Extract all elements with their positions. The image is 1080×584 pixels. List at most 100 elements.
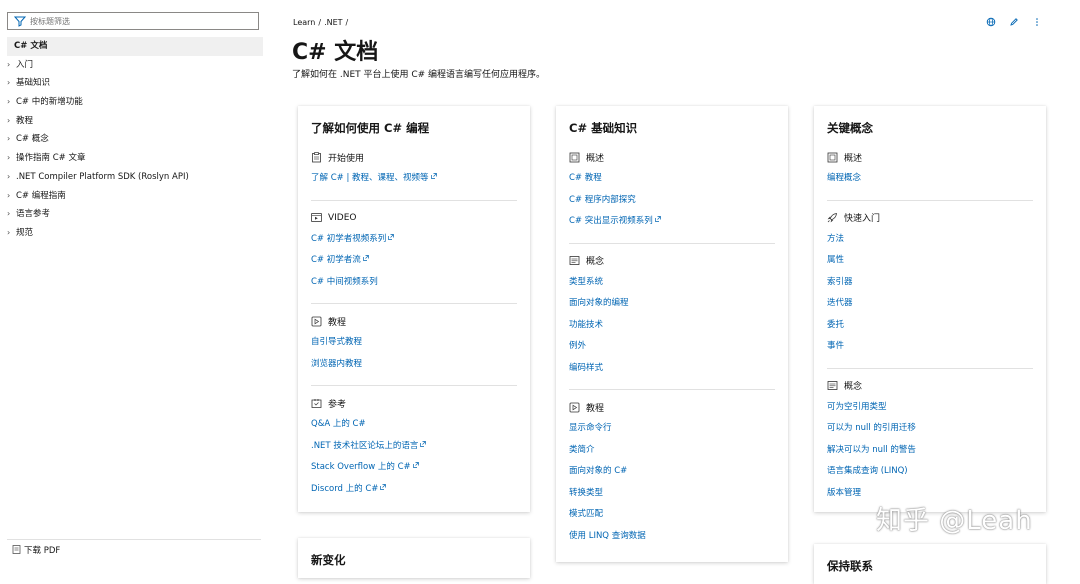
toc-item-programming-guide[interactable]: › C# 编程指南 <box>7 187 263 206</box>
document-icon <box>12 545 21 554</box>
toc-item-csharp-docs[interactable]: C# 文档 <box>7 37 263 56</box>
link-display-command-line[interactable]: 显示命令行 <box>569 420 775 442</box>
card-title: 保持联系 <box>827 559 873 573</box>
link-beginner-video-series[interactable]: C# 初学者视频系列 <box>311 231 517 253</box>
link-object-oriented-csharp[interactable]: 面向对象的 C# <box>569 463 775 485</box>
link-beginner-stream[interactable]: C# 初学者流 <box>311 252 517 274</box>
toc-item-roslyn[interactable]: › .NET Compiler Platform SDK (Roslyn API… <box>7 168 263 187</box>
card-key-concepts: 关键概念 概述 编程概念 快速入门 方法 属性 索引器 迭代器 委托 事件 概念… <box>814 106 1046 512</box>
link-methods[interactable]: 方法 <box>827 231 1033 253</box>
link-self-guided-tutorials[interactable]: 自引导式教程 <box>311 334 517 356</box>
link-nullable-warnings[interactable]: 解决可以为 null 的警告 <box>827 442 1033 464</box>
section-title: 概述 <box>844 153 863 164</box>
link-text: Discord 上的 C# <box>311 483 379 494</box>
card-title: 关键概念 <box>827 121 873 135</box>
toc-item-label: 语言参考 <box>16 209 51 220</box>
card-whats-new: 新变化 <box>298 538 530 578</box>
section-title: 教程 <box>586 403 605 414</box>
toc-item-label: .NET Compiler Platform SDK (Roslyn API) <box>16 171 189 182</box>
toc-list: C# 文档 › 入门 › 基础知识 › C# 中的新增功能 › 教程 › C# … <box>7 37 263 243</box>
link-nullable-reference-types[interactable]: 可为空引用类型 <box>827 399 1033 421</box>
toc-item-label: C# 编程指南 <box>16 190 66 201</box>
link-discord[interactable]: Discord 上的 C# <box>311 481 517 503</box>
section-tutorials: 教程 显示命令行 类简介 面向对象的 C# 转换类型 模式匹配 使用 LINQ … <box>569 389 775 549</box>
breadcrumb-dotnet[interactable]: .NET <box>324 18 342 27</box>
section-title: 概念 <box>586 257 605 267</box>
toc-item-language-reference[interactable]: › 语言参考 <box>7 205 263 224</box>
external-link-icon <box>654 216 661 222</box>
link-converting-types[interactable]: 转换类型 <box>569 485 775 507</box>
link-intro-to-classes[interactable]: 类简介 <box>569 442 775 464</box>
link-functional-techniques[interactable]: 功能技术 <box>569 317 775 339</box>
filter-box[interactable] <box>7 12 259 30</box>
link-learn-csharp[interactable]: 了解 C# | 教程、课程、视频等 <box>311 170 517 192</box>
chevron-right-icon: › <box>7 227 11 237</box>
section-header: 教程 <box>569 400 775 414</box>
link-highlights-video-series[interactable]: C# 突出显示视频系列 <box>569 213 775 235</box>
toc-item-specification[interactable]: › 规范 <box>7 224 263 243</box>
link-qna-csharp[interactable]: Q&A 上的 C# <box>311 416 517 438</box>
toc-item-concepts[interactable]: › C# 概念 <box>7 130 263 149</box>
concept-icon <box>827 381 838 390</box>
link-csharp-tour[interactable]: C# 教程 <box>569 170 775 192</box>
overview-icon <box>827 152 838 162</box>
card-title: 了解如何使用 C# 编程 <box>311 121 430 135</box>
section-tutorials: 教程 自引导式教程 浏览器内教程 <box>311 303 517 377</box>
toc-item-fundamentals[interactable]: › 基础知识 <box>7 74 263 93</box>
link-programming-concepts[interactable]: 编程概念 <box>827 170 1033 192</box>
section-header: 快速入门 <box>827 211 1033 225</box>
download-pdf-button[interactable]: 下载 PDF <box>7 539 261 559</box>
card-learn-csharp: 了解如何使用 C# 编程 开始使用 了解 C# | 教程、课程、视频等 VIDE… <box>298 106 530 512</box>
section-header: 概述 <box>569 150 775 164</box>
tutorial-icon <box>311 316 322 326</box>
link-linq-query[interactable]: 使用 LINQ 查询数据 <box>569 528 775 550</box>
chevron-right-icon: › <box>7 115 11 125</box>
card-title: 新变化 <box>311 553 346 567</box>
toc-item-how-to[interactable]: › 操作指南 C# 文章 <box>7 149 263 168</box>
link-events[interactable]: 事件 <box>827 338 1033 360</box>
toc-item-tutorials[interactable]: › 教程 <box>7 112 263 131</box>
chevron-right-icon: › <box>7 190 11 200</box>
section-header: 概述 <box>827 150 1033 164</box>
link-program-internals[interactable]: C# 程序内部探究 <box>569 192 775 214</box>
link-properties[interactable]: 属性 <box>827 252 1033 274</box>
chevron-right-icon: › <box>7 97 11 107</box>
link-in-browser-tutorial[interactable]: 浏览器内教程 <box>311 356 517 378</box>
link-linq[interactable]: 语言集成查询 (LINQ) <box>827 463 1033 485</box>
section-title: 教程 <box>328 317 347 328</box>
section-overview: 概述 C# 教程 C# 程序内部探究 C# 突出显示视频系列 <box>569 150 775 235</box>
section-header: 参考 <box>311 396 517 410</box>
globe-icon[interactable] <box>986 17 996 27</box>
download-pdf-label: 下载 PDF <box>24 545 61 556</box>
get-started-icon <box>312 151 321 162</box>
filter-input[interactable] <box>30 16 230 26</box>
chevron-right-icon: › <box>7 209 11 219</box>
link-tech-community-forum[interactable]: .NET 技术社区论坛上的语言 <box>311 438 517 460</box>
link-indexers[interactable]: 索引器 <box>827 274 1033 296</box>
breadcrumb-learn[interactable]: Learn <box>293 18 315 27</box>
external-link-icon <box>430 173 437 179</box>
link-stack-overflow[interactable]: Stack Overflow 上的 C# <box>311 459 517 481</box>
card-title: C# 基础知识 <box>569 121 638 135</box>
section-title: VIDEO <box>328 212 357 223</box>
link-iterators[interactable]: 迭代器 <box>827 295 1033 317</box>
link-pattern-matching[interactable]: 模式匹配 <box>569 506 775 528</box>
section-video: VIDEO C# 初学者视频系列 C# 初学者流 C# 中间视频系列 <box>311 199 517 296</box>
link-type-system[interactable]: 类型系统 <box>569 274 775 296</box>
sidebar: C# 文档 › 入门 › 基础知识 › C# 中的新增功能 › 教程 › C# … <box>0 0 268 564</box>
link-nullable-migration[interactable]: 可以为 null 的引用迁移 <box>827 420 1033 442</box>
edit-icon[interactable] <box>1009 17 1019 27</box>
more-icon[interactable] <box>1032 17 1042 27</box>
external-link-icon <box>420 440 427 447</box>
link-delegates[interactable]: 委托 <box>827 317 1033 339</box>
toc-item-label: 基础知识 <box>16 78 51 89</box>
concept-icon <box>569 256 580 265</box>
toc-item-get-started[interactable]: › 入门 <box>7 56 263 75</box>
link-coding-style[interactable]: 编码样式 <box>569 360 775 382</box>
toc-item-label: 入门 <box>16 59 34 70</box>
link-exceptions[interactable]: 例外 <box>569 338 775 360</box>
toc-item-label: C# 文档 <box>14 41 48 51</box>
link-intermediate-video-series[interactable]: C# 中间视频系列 <box>311 274 517 296</box>
link-oop[interactable]: 面向对象的编程 <box>569 295 775 317</box>
toc-item-whats-new[interactable]: › C# 中的新增功能 <box>7 93 263 112</box>
